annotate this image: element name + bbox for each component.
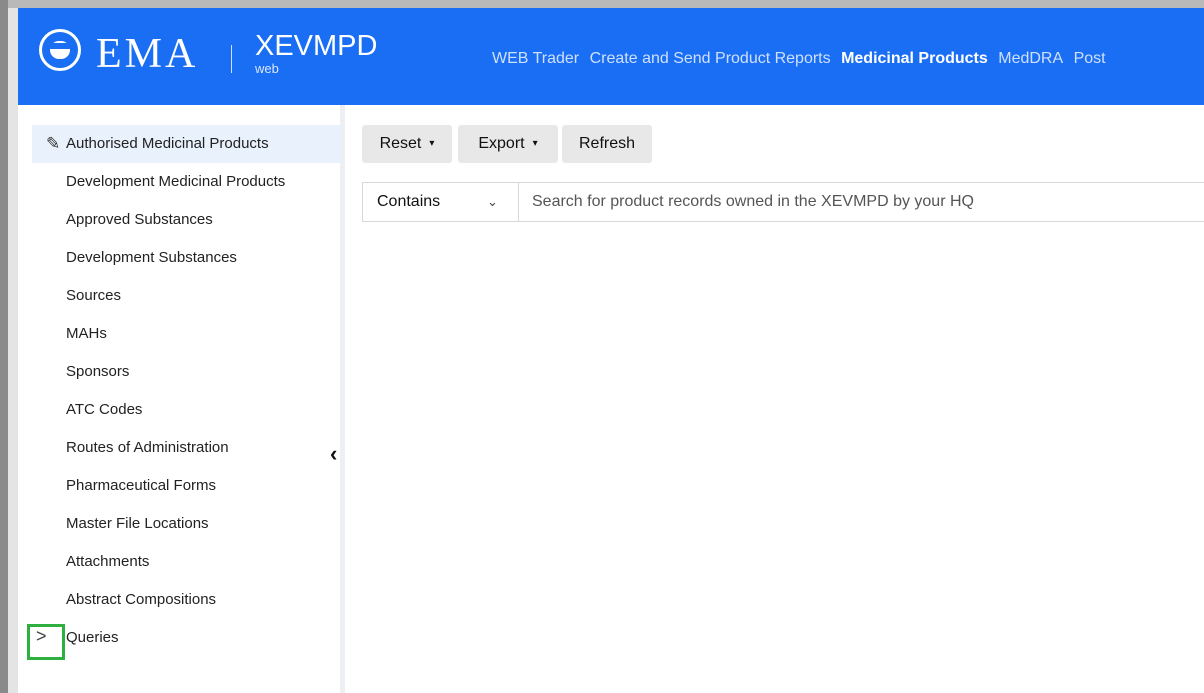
chevron-down-icon: ⌄ — [487, 194, 498, 209]
caret-down-icon: ▾ — [429, 138, 435, 149]
sidebar-item-atc-codes[interactable]: ATC Codes — [18, 391, 340, 429]
sidebar-item-mahs[interactable]: MAHs — [18, 315, 340, 353]
sidebar-item-label: Queries — [66, 629, 119, 646]
app-header: EMA XEVMPD web WEB Trader Create and Sen… — [18, 8, 1204, 105]
sidebar-item-sources[interactable]: Sources — [18, 277, 340, 315]
sidebar-item-development-medicinal-products[interactable]: Development Medicinal Products — [18, 163, 340, 201]
search-mode-value: Contains — [377, 193, 441, 210]
pencil-icon: ✎ — [46, 134, 61, 153]
sidebar-item-approved-substances[interactable]: Approved Substances — [18, 201, 340, 239]
sidebar-item-label: Abstract Compositions — [66, 591, 217, 608]
refresh-button[interactable]: Refresh — [562, 125, 652, 163]
caret-down-icon: ▾ — [532, 138, 538, 149]
brand-ema[interactable]: EMA — [96, 32, 198, 76]
sidebar-item-label: Sponsors — [66, 363, 130, 380]
sidebar-item-label: ATC Codes — [66, 401, 143, 418]
collapse-sidebar-icon[interactable]: ‹ — [330, 441, 337, 467]
nav-post[interactable]: Post — [1074, 50, 1106, 67]
sidebar-item-routes-of-administration[interactable]: Routes of Administration — [18, 429, 340, 467]
window-frame-inner — [8, 8, 18, 693]
top-nav: WEB Trader Create and Send Product Repor… — [492, 50, 1112, 68]
sidebar-item-label: Pharmaceutical Forms — [66, 477, 217, 494]
nav-web-trader[interactable]: WEB Trader — [492, 50, 579, 67]
sidebar-item-development-substances[interactable]: Development Substances — [18, 239, 340, 277]
brand-divider — [231, 45, 232, 73]
window-frame-left — [0, 0, 8, 693]
reset-label: Reset — [379, 135, 422, 153]
nav-meddra[interactable]: MedDRA — [998, 50, 1063, 67]
sidebar-item-queries[interactable]: Queries — [18, 619, 340, 657]
search-mode-select[interactable]: Contains ⌄ — [363, 183, 519, 221]
sidebar-item-label: Development Medicinal Products — [66, 173, 286, 190]
ema-logo-icon[interactable] — [39, 29, 81, 71]
sidebar-item-label: Authorised Medicinal Products — [66, 135, 269, 152]
sidebar-item-label: Development Substances — [66, 249, 237, 266]
export-button[interactable]: Export ▾ — [458, 125, 558, 163]
search-input[interactable] — [520, 183, 1204, 221]
sidebar-item-label: Master File Locations — [66, 515, 209, 532]
app-name: XEVMPD — [255, 30, 378, 62]
sidebar-item-abstract-compositions[interactable]: Abstract Compositions — [18, 581, 340, 619]
nav-medicinal-products[interactable]: Medicinal Products — [841, 50, 988, 67]
sidebar-item-master-file-locations[interactable]: Master File Locations — [18, 505, 340, 543]
refresh-label: Refresh — [578, 135, 636, 152]
export-label: Export — [478, 135, 525, 153]
reset-button[interactable]: Reset ▾ — [362, 125, 452, 163]
sidebar-item-label: Approved Substances — [66, 211, 213, 228]
sidebar: ✎ Authorised Medicinal Products Developm… — [18, 105, 340, 693]
sidebar-item-pharmaceutical-forms[interactable]: Pharmaceutical Forms — [18, 467, 340, 505]
window-frame-top — [0, 0, 1204, 8]
sidebar-item-label: Attachments — [66, 553, 150, 570]
sidebar-divider — [340, 105, 345, 693]
search-bar: Contains ⌄ — [362, 182, 1204, 222]
sidebar-item-label: Sources — [66, 287, 122, 304]
chevron-right-icon[interactable]: > — [36, 626, 47, 647]
sidebar-item-authorised-medicinal-products[interactable]: ✎ Authorised Medicinal Products — [32, 125, 340, 163]
nav-create-send-reports[interactable]: Create and Send Product Reports — [590, 50, 831, 67]
sidebar-item-sponsors[interactable]: Sponsors — [18, 353, 340, 391]
sidebar-item-label: Routes of Administration — [66, 439, 229, 456]
sidebar-item-label: MAHs — [66, 325, 107, 342]
sidebar-item-attachments[interactable]: Attachments — [18, 543, 340, 581]
app-subtitle: web — [255, 61, 279, 76]
